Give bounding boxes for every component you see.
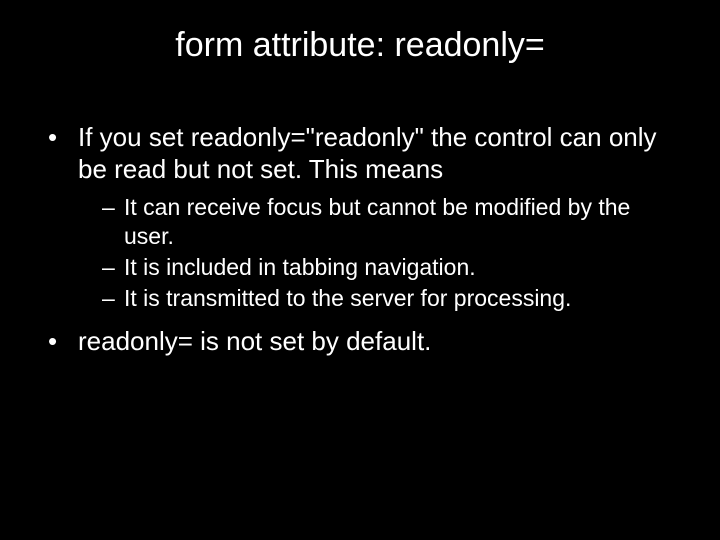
sub-bullet-text: It can receive focus but cannot be modif… <box>124 194 630 249</box>
list-item: readonly= is not set by default. <box>48 326 680 358</box>
list-item: It is included in tabbing navigation. <box>102 253 680 282</box>
bullet-list: If you set readonly="readonly" the contr… <box>48 122 680 358</box>
slide: form attribute: readonly= If you set rea… <box>0 0 720 540</box>
slide-body: If you set readonly="readonly" the contr… <box>48 122 680 372</box>
sub-bullet-text: It is transmitted to the server for proc… <box>124 285 571 311</box>
sub-bullet-text: It is included in tabbing navigation. <box>124 254 476 280</box>
list-item: If you set readonly="readonly" the contr… <box>48 122 680 312</box>
slide-title: form attribute: readonly= <box>0 26 720 65</box>
bullet-text: readonly= is not set by default. <box>78 326 431 356</box>
bullet-text: If you set readonly="readonly" the contr… <box>78 122 657 184</box>
sub-list: It can receive focus but cannot be modif… <box>78 193 680 312</box>
list-item: It is transmitted to the server for proc… <box>102 284 680 313</box>
list-item: It can receive focus but cannot be modif… <box>102 193 680 251</box>
